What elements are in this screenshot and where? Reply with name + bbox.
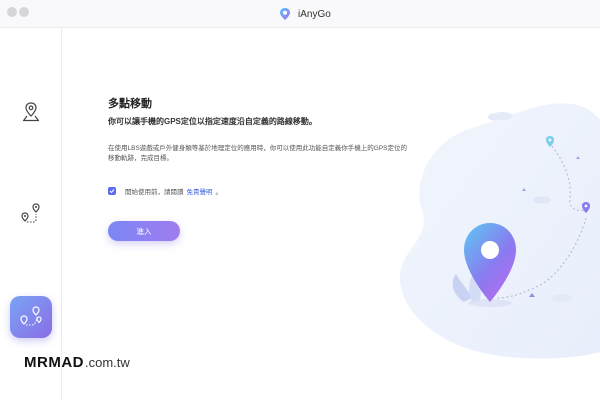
checkmark-icon bbox=[109, 189, 115, 194]
watermark-domain: .com.tw bbox=[85, 355, 130, 370]
sidebar-item-single-point[interactable] bbox=[10, 91, 52, 133]
ianygo-logo-icon bbox=[280, 8, 290, 20]
page-title: 多點移動 bbox=[108, 98, 152, 110]
app-name: iAnyGo bbox=[298, 8, 331, 20]
agree-checkbox[interactable] bbox=[108, 187, 116, 195]
location-pin-icon bbox=[23, 102, 39, 122]
site-watermark: MRMAD .com.tw bbox=[24, 354, 130, 371]
sidebar-item-two-spot[interactable] bbox=[10, 193, 52, 235]
watermark-brand: MRMAD bbox=[24, 354, 84, 371]
feature-description: 在使用LBS遊戲或戶外健身類等基於地理定位的應用時，你可以使用此功能自定義你手機… bbox=[108, 145, 408, 162]
route-two-pins-icon bbox=[21, 203, 40, 223]
title-bar: iAnyGo bbox=[0, 0, 600, 28]
agree-prefix-text: 開始使用前，請閱讀 bbox=[125, 189, 184, 196]
page-subtitle: 你可以讓手機的GPS定位以指定速度沿自定義的路線移動。 bbox=[108, 117, 317, 126]
disclaimer-link[interactable]: 免責聲明 bbox=[187, 186, 213, 196]
enter-button[interactable]: 進入 bbox=[108, 221, 180, 241]
multi-pin-route-icon bbox=[20, 306, 42, 326]
map-route-illustration bbox=[399, 103, 600, 359]
window-close-button[interactable] bbox=[7, 7, 17, 17]
app-title: iAnyGo bbox=[278, 6, 331, 22]
sidebar-item-multi-spot[interactable] bbox=[10, 296, 52, 338]
agree-suffix-text: 。 bbox=[215, 189, 223, 196]
window-minimize-button[interactable] bbox=[19, 7, 29, 17]
sidebar bbox=[0, 28, 62, 400]
disclaimer-agreement: 開始使用前，請閱讀 免責聲明 。 bbox=[108, 186, 222, 196]
